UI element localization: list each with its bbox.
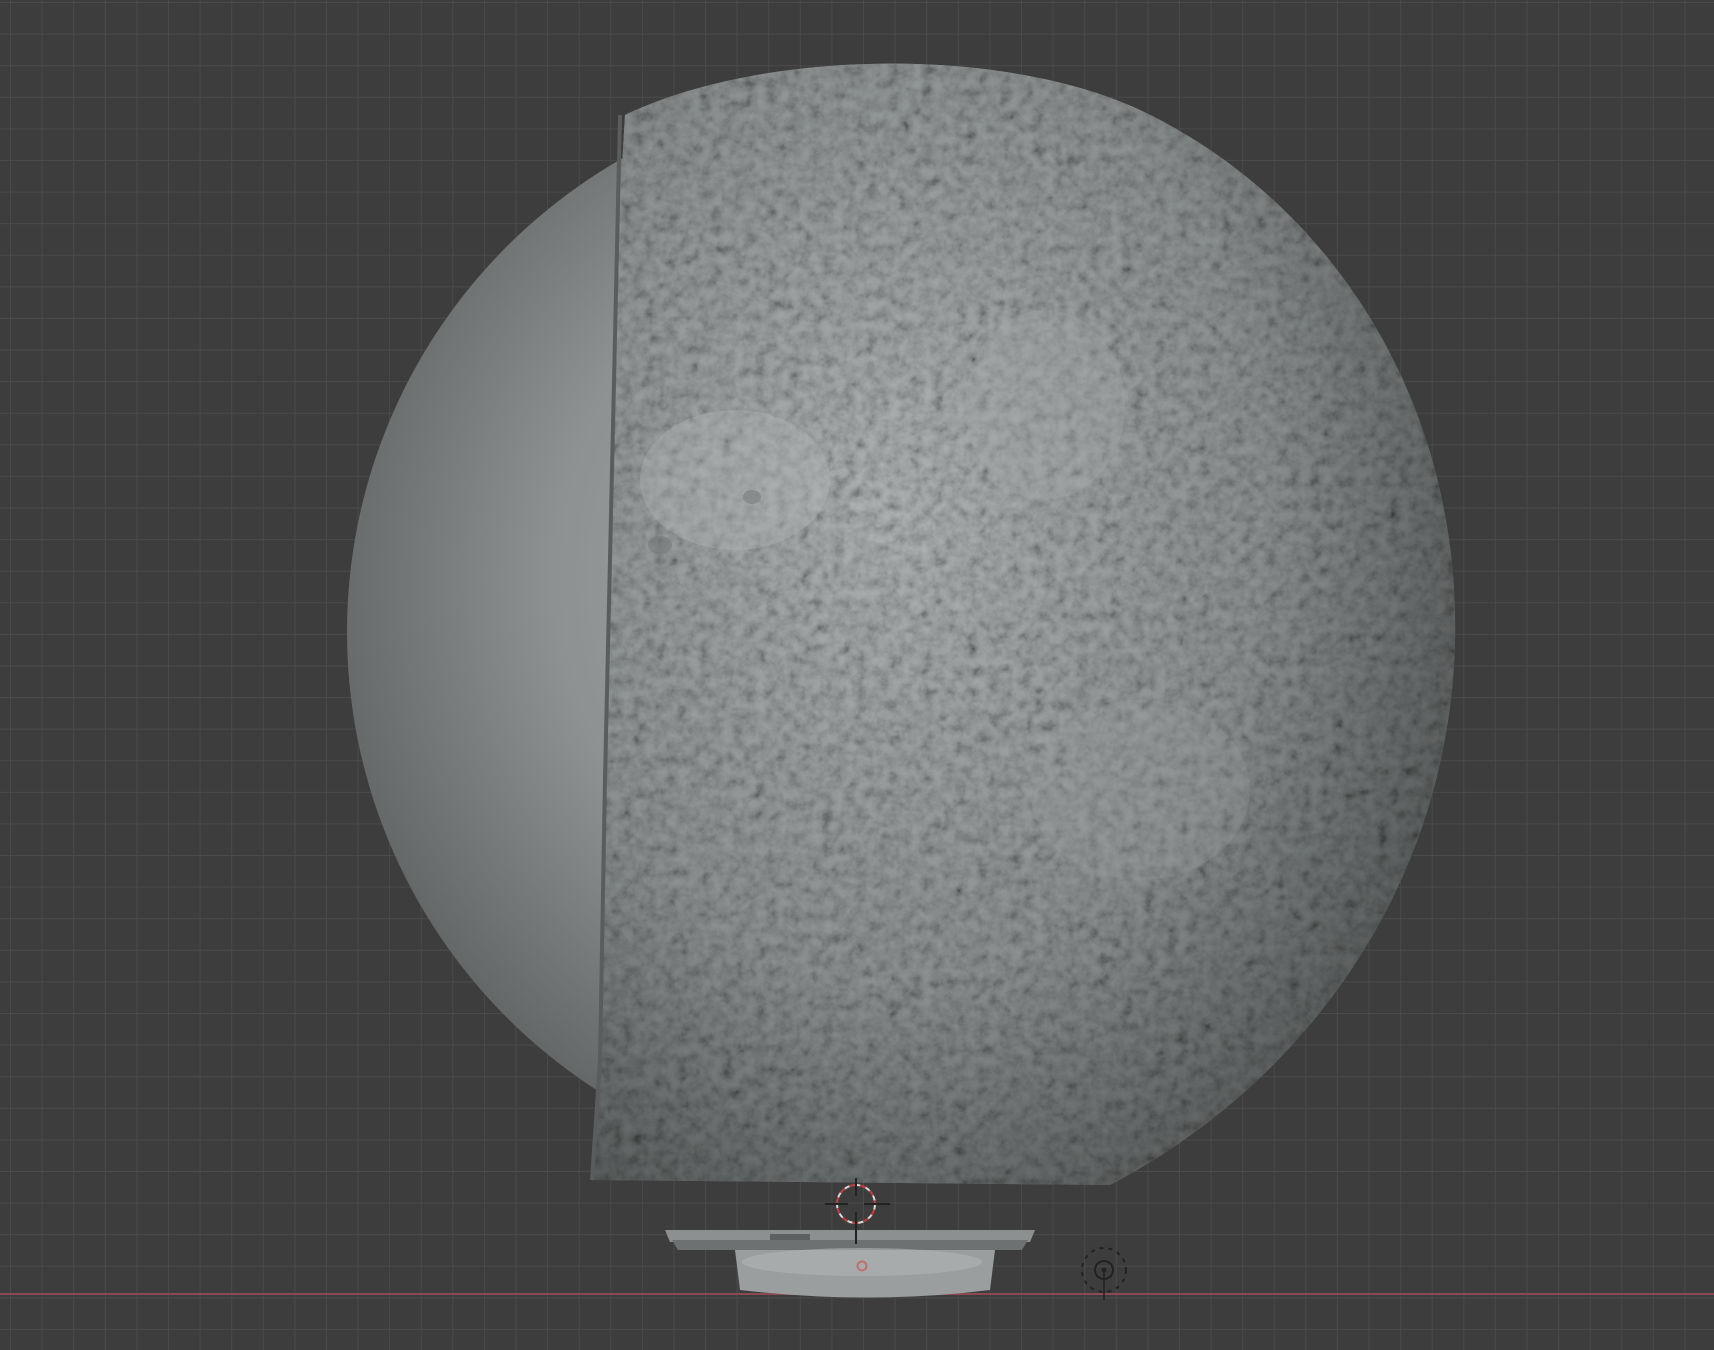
scanned-moon-half-shell[interactable] — [580, 40, 1480, 1200]
base-stand[interactable] — [665, 1230, 1035, 1298]
3d-viewport[interactable] — [0, 0, 1714, 1350]
light-icon[interactable] — [1081, 1247, 1127, 1300]
viewport-scene[interactable] — [0, 0, 1714, 1350]
